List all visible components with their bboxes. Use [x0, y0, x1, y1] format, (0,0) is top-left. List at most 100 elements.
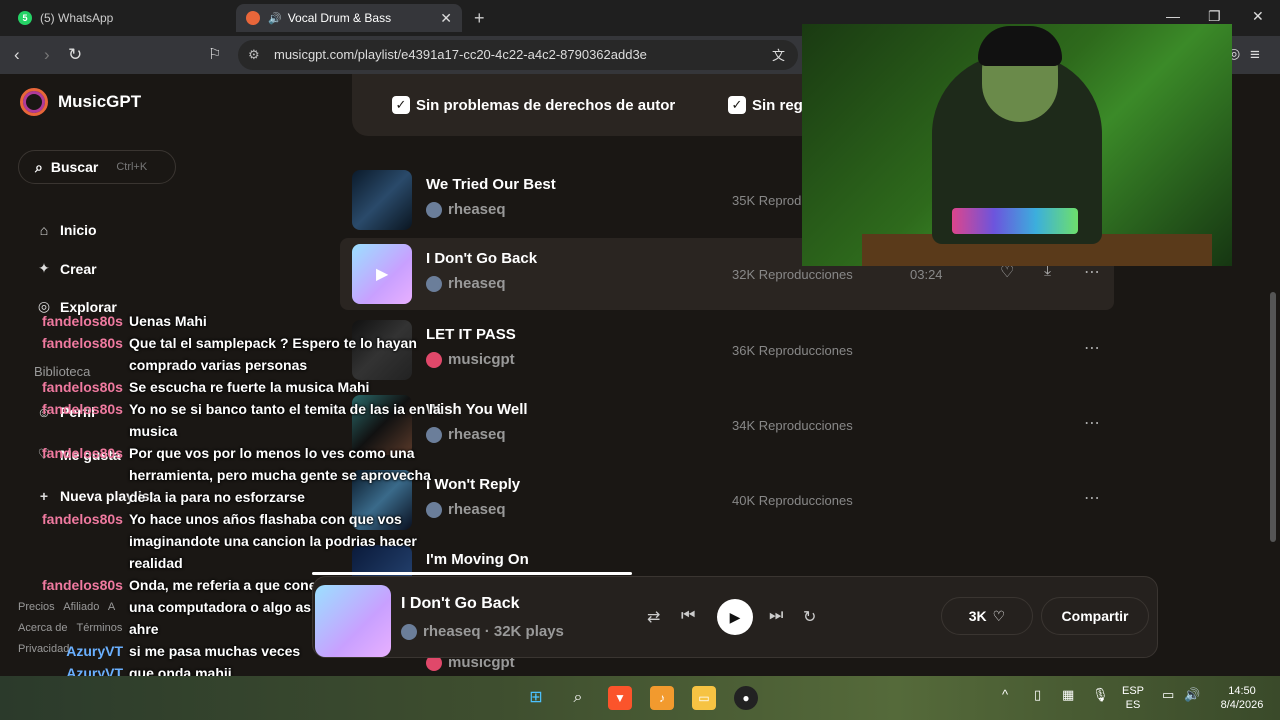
search-label: Buscar: [50, 159, 99, 175]
network-icon[interactable]: ▭: [1162, 688, 1174, 702]
start-icon[interactable]: ⊞: [524, 686, 548, 710]
track-row[interactable]: Wish You Well rheaseq 34K Reproducciones…: [340, 389, 1114, 461]
page-scrollbar[interactable]: [1270, 222, 1276, 674]
chat-username: fandelos80s: [42, 379, 123, 395]
sidebar-item-crear[interactable]: ✦ Crear: [34, 260, 97, 277]
share-button[interactable]: Compartir: [1041, 597, 1149, 635]
brave-browser-icon[interactable]: ▼: [608, 686, 632, 710]
language-indicator[interactable]: ESP ES: [1122, 684, 1144, 712]
streamer-hair: [978, 26, 1062, 66]
avatar: [426, 201, 442, 218]
chat-username: fandelos80s: [42, 335, 123, 351]
now-playing-subtitle[interactable]: rheaseq · 32K plays: [401, 623, 564, 640]
search-icon[interactable]: ⌕: [566, 686, 590, 710]
shuffle-icon[interactable]: ⇄: [647, 607, 660, 627]
like-count: 3K: [968, 608, 987, 624]
track-row[interactable]: I Won't Reply rheaseq 40K Reproducciones…: [340, 464, 1114, 536]
url-text: musicgpt.com/playlist/e4391a17-cc20-4c22…: [274, 47, 647, 62]
translate-icon[interactable]: 文: [772, 45, 785, 64]
chat-text: Yo hace unos años flashaba con que vos i…: [129, 511, 417, 571]
play-icon[interactable]: ▶: [376, 264, 388, 284]
more-options-icon[interactable]: ⋯: [1084, 338, 1100, 358]
language-code: ESP: [1122, 685, 1145, 697]
volume-icon[interactable]: 🔊: [1184, 688, 1200, 702]
tab-whatsapp[interactable]: 5 (5) WhatsApp: [8, 4, 230, 32]
more-options-icon[interactable]: ⋯: [1084, 488, 1100, 508]
url-bar[interactable]: ⚙ musicgpt.com/playlist/e4391a17-cc20-4c…: [238, 40, 798, 70]
track-plays: 40K Reproducciones: [732, 493, 853, 508]
forward-button[interactable]: ›: [44, 45, 50, 65]
microphone-icon[interactable]: 🎙: [1092, 688, 1109, 702]
chat-username: fandelos80s: [42, 445, 123, 461]
bookmark-icon[interactable]: ⚐: [208, 45, 221, 63]
usb-icon[interactable]: ▯: [1034, 688, 1041, 702]
new-tab-button[interactable]: +: [474, 8, 485, 29]
copyright-free-checkbox[interactable]: ✓ Sin problemas de derechos de autor: [392, 96, 675, 114]
search-icon: ⌕: [35, 158, 43, 175]
tab-vocal-drum-bass[interactable]: 🔊 Vocal Drum & Bass ✕: [236, 4, 462, 32]
now-playing-cover: [315, 585, 391, 657]
clock-time: 14:50: [1228, 685, 1256, 697]
next-icon[interactable]: ⏭: [769, 607, 783, 625]
menu-icon[interactable]: ≡: [1250, 45, 1260, 65]
repeat-icon[interactable]: ↻: [803, 607, 816, 627]
more-options-icon[interactable]: ⋯: [1084, 413, 1100, 433]
sparkle-icon: ✦: [38, 260, 50, 276]
musicgpt-logo-icon: [20, 88, 48, 116]
back-button[interactable]: ‹: [14, 45, 20, 65]
scrollbar-thumb[interactable]: [1270, 292, 1276, 542]
checkbox-label: Sin reg: [752, 96, 803, 114]
royalty-free-checkbox[interactable]: ✓ Sin reg: [728, 96, 803, 114]
filter-panel: ✓ Sin problemas de derechos de autor ✓ S…: [352, 74, 832, 136]
chat-message: fandelos80s Yo hace unos años flashaba co…: [42, 508, 442, 574]
track-title[interactable]: I Don't Go Back: [426, 250, 537, 267]
chat-text: si me pasa muchas veces: [129, 643, 301, 659]
previous-icon[interactable]: ⏮: [681, 607, 695, 625]
obs-icon[interactable]: ●: [734, 686, 758, 710]
file-explorer-icon[interactable]: ▭: [692, 686, 716, 710]
chat-username: fandelos80s: [42, 511, 123, 527]
chat-username: fandelos80s: [42, 313, 123, 329]
minimize-button[interactable]: —: [1166, 8, 1180, 24]
track-title[interactable]: We Tried Our Best: [426, 176, 556, 193]
checkmark-icon: ✓: [392, 96, 410, 114]
chat-message: fandelos80s Se escucha re fuerte la music…: [42, 376, 442, 398]
now-playing-meta: rheaseq · 32K plays: [423, 623, 564, 640]
app-tray-icon[interactable]: ▦: [1062, 688, 1074, 702]
close-window-button[interactable]: ✕: [1252, 8, 1264, 25]
maximize-button[interactable]: ❐: [1208, 8, 1221, 25]
now-playing-title[interactable]: I Don't Go Back: [401, 595, 519, 613]
play-button[interactable]: ▶: [717, 599, 753, 635]
clock[interactable]: 14:50 8/4/2026: [1212, 684, 1272, 712]
musicgpt-tab-icon: [246, 11, 260, 25]
like-button[interactable]: 3K ♡: [941, 597, 1033, 635]
checkmark-icon: ✓: [728, 96, 746, 114]
chevron-up-icon[interactable]: ^: [1002, 688, 1008, 702]
chat-text: Yo no se si banco tanto el temita de las…: [129, 401, 441, 439]
playback-progress[interactable]: [312, 572, 632, 575]
artist-name: rheaseq: [448, 275, 506, 292]
sidebar-item-label: Crear: [60, 260, 97, 277]
track-artist[interactable]: rheaseq: [426, 201, 506, 218]
brand-logo[interactable]: MusicGPT: [20, 88, 141, 116]
track-plays: 36K Reproducciones: [732, 343, 853, 358]
close-tab-icon[interactable]: ✕: [440, 10, 452, 27]
track-artist[interactable]: rheaseq: [426, 275, 506, 292]
home-icon: ⌂: [39, 222, 49, 238]
search-button[interactable]: ⌕ Buscar Ctrl+K: [18, 150, 176, 184]
site-settings-icon[interactable]: ⚙: [248, 40, 260, 70]
track-plays: 32K Reproducciones: [732, 267, 853, 282]
chat-message: fandelos80s Yo no se si banco tanto el te…: [42, 398, 442, 442]
sidebar-item-inicio[interactable]: ⌂ Inicio: [34, 222, 97, 238]
reload-button[interactable]: ↻: [68, 45, 82, 65]
avatar: [426, 275, 442, 292]
chat-text: Por que vos por lo menos lo ves como una…: [129, 445, 431, 505]
chat-message: fandelos80s Por que vos por lo menos lo v…: [42, 442, 442, 508]
track-plays: 35K Reprod: [732, 193, 802, 208]
sidebar-item-label: Inicio: [60, 222, 97, 238]
brand-name: MusicGPT: [58, 92, 142, 111]
checkbox-label: Sin problemas de derechos de autor: [416, 96, 676, 114]
fl-studio-icon[interactable]: ♪: [650, 686, 674, 710]
track-row[interactable]: LET IT PASS musicgpt 36K Reproducciones …: [340, 314, 1114, 386]
chat-username: fandelos80s: [42, 401, 123, 417]
